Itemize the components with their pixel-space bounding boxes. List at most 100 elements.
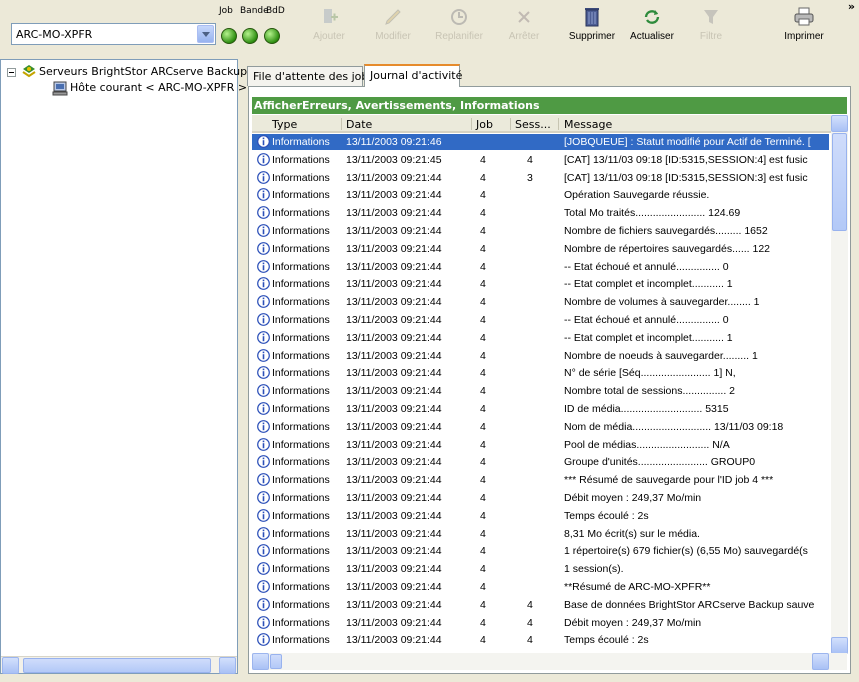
info-icon xyxy=(257,366,270,380)
column-separator[interactable] xyxy=(341,118,342,130)
scroll-left-icon[interactable] xyxy=(252,653,269,670)
tape-status-lamp-icon xyxy=(242,28,258,44)
scroll-down-icon[interactable] xyxy=(831,637,848,654)
table-row[interactable]: Informations 13/11/2003 09:21:44 4 8,31 Mo … xyxy=(252,526,829,542)
table-row[interactable]: Informations 13/11/2003 09:21:44 4 Pool de … xyxy=(252,437,829,453)
log-filter-bar[interactable]: AfficherErreurs, Avertissements, Informa… xyxy=(252,97,847,114)
log-vscroll-thumb[interactable] xyxy=(832,133,847,231)
cell-type: Informations xyxy=(272,403,330,415)
table-row[interactable]: Informations 13/11/2003 09:21:44 4 Opératio… xyxy=(252,187,829,203)
refresh-button[interactable]: Actualiser xyxy=(624,6,680,50)
info-icon xyxy=(257,135,270,148)
cell-job: 4 xyxy=(480,242,486,255)
table-row[interactable]: Informations 13/11/2003 09:21:44 4 -- Etat … xyxy=(252,312,829,328)
column-header-message[interactable]: Message xyxy=(564,118,612,131)
print-button[interactable]: Imprimer xyxy=(778,6,830,50)
cell-type: Informations xyxy=(272,474,330,487)
column-separator[interactable] xyxy=(510,118,511,130)
column-separator[interactable] xyxy=(558,118,559,130)
cell-message: Débit moyen : 249,37 Mo/min xyxy=(564,616,702,629)
cell-type: Informations xyxy=(272,331,330,344)
table-row[interactable]: Informations 13/11/2003 09:21:44 4 Nom de m… xyxy=(252,419,829,435)
info-icon xyxy=(257,330,270,344)
add-button[interactable]: Ajouter xyxy=(306,6,352,50)
cell-message: N° de série [Séq........................… xyxy=(564,367,736,380)
scroll-left-icon[interactable] xyxy=(2,657,19,674)
info-icon xyxy=(257,473,270,487)
server-combo[interactable]: ARC-MO-XPFR xyxy=(11,23,216,45)
delete-button[interactable]: Supprimer xyxy=(564,6,620,50)
chevron-down-icon[interactable] xyxy=(197,25,214,43)
log-vertical-scrollbar[interactable] xyxy=(831,115,848,654)
table-row[interactable]: Informations 13/11/2003 09:21:44 4 Total Mo… xyxy=(252,205,829,221)
filter-button-label: Filtre xyxy=(699,31,723,42)
table-row[interactable]: Informations 13/11/2003 09:21:44 4 1 répert… xyxy=(252,543,829,559)
info-icon xyxy=(257,615,270,629)
cell-message: 1 répertoire(s) 679 fichier(s) (6,55 Mo)… xyxy=(564,545,808,558)
cell-type: Informations xyxy=(272,509,330,522)
table-row[interactable]: Informations 13/11/2003 09:21:44 4 Groupe d… xyxy=(252,454,829,470)
cell-date: 13/11/2003 09:21:44 xyxy=(346,456,442,469)
reschedule-button[interactable]: Replanifier xyxy=(430,6,488,50)
tree-horizontal-scrollbar[interactable] xyxy=(1,656,237,674)
table-row[interactable]: Informations 13/11/2003 09:21:44 4 -- Etat … xyxy=(252,276,829,292)
table-row[interactable]: Informations 13/11/2003 09:21:44 4 4 Temps é… xyxy=(252,632,829,648)
collapse-icon[interactable] xyxy=(7,68,16,77)
tab-job-queue[interactable]: File d'attente des jobs xyxy=(247,66,374,86)
log-hscroll-thumb[interactable] xyxy=(270,654,282,669)
refresh-icon xyxy=(644,10,660,24)
table-row[interactable]: Informations 13/11/2003 09:21:44 4 Débit mo… xyxy=(252,490,829,506)
table-row[interactable]: Informations 13/11/2003 09:21:44 4 -- Etat … xyxy=(252,259,829,275)
table-row[interactable]: Informations 13/11/2003 09:21:46 [JOBQUEUE… xyxy=(252,134,829,150)
cell-date: 13/11/2003 09:21:45 xyxy=(346,153,442,166)
cell-job: 4 xyxy=(480,492,486,504)
column-separator[interactable] xyxy=(471,118,472,130)
stop-button[interactable]: Arrêter xyxy=(501,6,547,50)
table-row[interactable]: Informations 13/11/2003 09:21:44 4 Nombre t… xyxy=(252,383,829,399)
info-icon xyxy=(257,188,270,202)
table-row[interactable]: Informations 13/11/2003 09:21:45 4 4 [CAT] 1… xyxy=(252,152,829,168)
column-header-job[interactable]: Job xyxy=(476,118,493,131)
info-icon xyxy=(257,152,270,166)
cell-job: 4 xyxy=(480,420,486,433)
cell-job: 4 xyxy=(480,260,486,273)
table-row[interactable]: Informations 13/11/2003 09:21:44 4 1 sessio… xyxy=(252,561,829,577)
filter-button[interactable]: Filtre xyxy=(688,6,734,50)
cell-type: Informations xyxy=(272,616,330,629)
cell-message: **Résumé de ARC-MO-XPFR** xyxy=(564,581,711,593)
tree-item-current-host[interactable]: Hôte courant < ARC-MO-XPFR > xyxy=(1,80,247,96)
tree-scroll-thumb[interactable] xyxy=(23,658,211,673)
column-header-type[interactable]: Type xyxy=(272,118,297,131)
printer-icon xyxy=(794,7,814,26)
modify-button[interactable]: Modifier xyxy=(370,6,416,50)
info-icon xyxy=(257,544,270,558)
column-header-session[interactable]: Sess... xyxy=(515,118,551,131)
tab-activity-log[interactable]: Journal d'activité xyxy=(364,64,462,87)
column-header-date[interactable]: Date xyxy=(346,118,372,131)
table-row[interactable]: Informations 13/11/2003 09:21:44 4 Nombre d… xyxy=(252,241,829,257)
table-row[interactable]: Informations 13/11/2003 09:21:44 4 Nombre d… xyxy=(252,294,829,310)
scroll-right-icon[interactable] xyxy=(812,653,829,670)
table-row[interactable]: Informations 13/11/2003 09:21:44 4 N° de sé… xyxy=(252,365,829,381)
table-row[interactable]: Informations 13/11/2003 09:21:44 4 Temps éc… xyxy=(252,508,829,524)
cell-date: 13/11/2003 09:21:44 xyxy=(346,581,442,593)
cell-date: 13/11/2003 09:21:44 xyxy=(346,509,442,522)
cell-type: Informations xyxy=(272,242,330,255)
table-row[interactable]: Informations 13/11/2003 09:21:44 4 3 [CAT] 1… xyxy=(252,170,829,186)
cell-message: Nombre total de sessions............... … xyxy=(564,385,735,398)
scroll-up-icon[interactable] xyxy=(831,115,848,132)
table-row[interactable]: Informations 13/11/2003 09:21:44 4 *** Résu… xyxy=(252,472,829,488)
tree-item-servers[interactable]: Serveurs BrightStor ARCserve Backup xyxy=(1,64,247,80)
log-horizontal-scrollbar[interactable] xyxy=(252,653,847,670)
toolbar-overflow-button[interactable]: » xyxy=(848,0,855,13)
table-row[interactable]: Informations 13/11/2003 09:21:44 4 Nombre d… xyxy=(252,348,829,364)
scroll-right-icon[interactable] xyxy=(219,657,236,674)
table-row[interactable]: Informations 13/11/2003 09:21:44 4 4 Base de… xyxy=(252,597,829,613)
table-row[interactable]: Informations 13/11/2003 09:21:44 4 -- Etat … xyxy=(252,330,829,346)
reschedule-button-label: Replanifier xyxy=(435,31,483,42)
table-row[interactable]: Informations 13/11/2003 09:21:44 4 **Résumé… xyxy=(252,579,829,595)
table-row[interactable]: Informations 13/11/2003 09:21:44 4 Nombre d… xyxy=(252,223,829,239)
table-row[interactable]: Informations 13/11/2003 09:21:44 4 4 Débit m… xyxy=(252,615,829,631)
table-row[interactable]: Informations 13/11/2003 09:21:44 4 ID de mé… xyxy=(252,401,829,417)
cell-message: -- Etat échoué et annulé............... … xyxy=(564,260,729,273)
